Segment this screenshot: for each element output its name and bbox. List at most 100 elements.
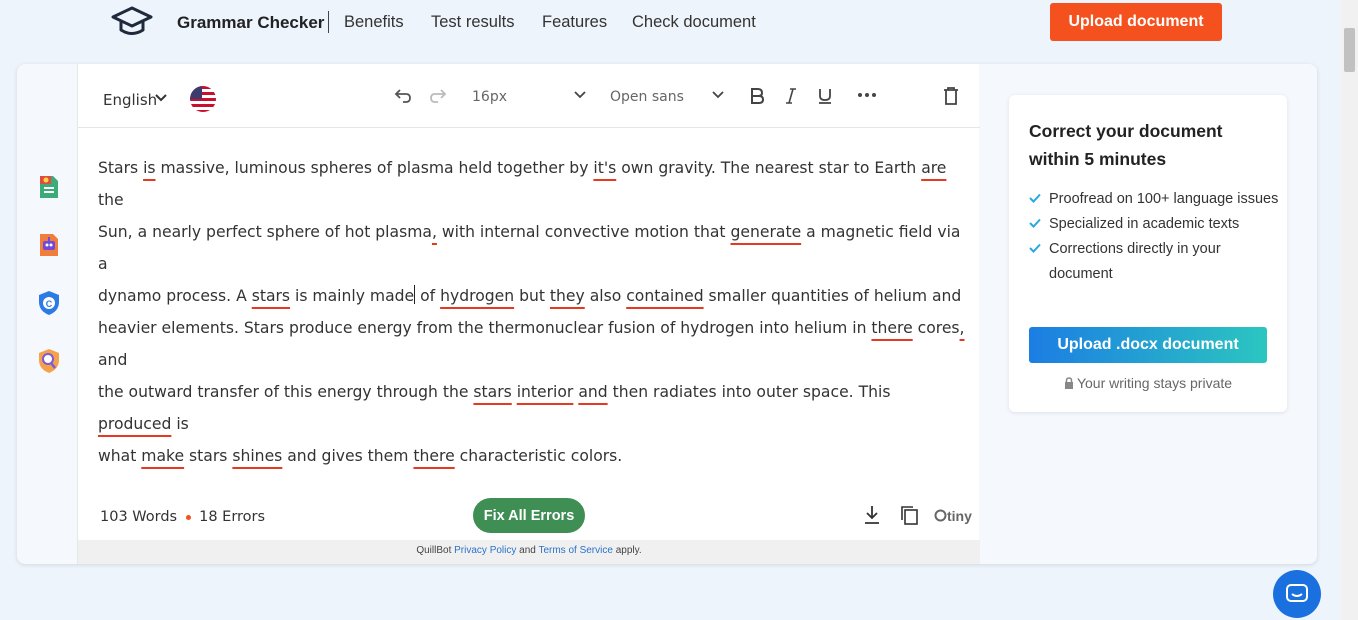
privacy-note-text: Your writing stays private (1076, 375, 1233, 391)
text-span: with internal convective motion that (436, 223, 731, 241)
error-highlight[interactable]: hydrogen (440, 287, 514, 305)
error-highlight[interactable]: there (871, 319, 912, 337)
error-highlight[interactable]: , (960, 319, 965, 337)
editor-footer: 103 Words 18 Errors Fix All Errors tiny (78, 496, 980, 540)
error-highlight[interactable]: is (143, 159, 155, 177)
chevron-down-icon[interactable] (574, 91, 586, 99)
font-size-select[interactable]: 16px (472, 89, 507, 105)
text-span: Sun, a nearly perfect sphere of hot plas… (98, 223, 432, 241)
error-highlight[interactable]: shines (232, 447, 282, 465)
nav-test-results[interactable]: Test results (431, 13, 514, 32)
editor-toolbar: English 16px Open sans (78, 64, 980, 128)
font-family-select[interactable]: Open sans (610, 89, 684, 105)
italic-icon[interactable] (783, 86, 799, 106)
promo-item-text: Proofread on 100+ language issues (1049, 191, 1279, 207)
graduation-cap-logo[interactable] (110, 4, 154, 40)
error-highlight[interactable]: they (550, 287, 585, 305)
promo-item-text: Specialized in academic texts (1049, 216, 1240, 232)
text-span: stars (184, 447, 233, 465)
proofreader-icon[interactable] (37, 348, 61, 374)
top-nav: Grammar Checker Benefits Test results Fe… (0, 0, 1340, 48)
lock-icon (1064, 377, 1073, 389)
text-line: heavier elements. Stars produce energy f… (98, 312, 968, 376)
legal-prefix: QuillBot (416, 545, 455, 556)
editor-panel: English 16px Open sans Stars is massive,… (77, 64, 980, 564)
plagiarism-checker-icon[interactable]: C (37, 290, 61, 316)
terms-link[interactable]: Terms of Service (538, 545, 612, 556)
tiny-logo[interactable]: tiny (934, 508, 972, 524)
legal-suffix: apply. (612, 545, 642, 556)
promo-title: Correct your document within 5 minutes (1029, 121, 1223, 169)
nav-check-document[interactable]: Check document (632, 13, 756, 32)
text-line: the outward transfer of this energy thro… (98, 376, 968, 440)
text-span: characteristic colors. (454, 447, 623, 465)
brand-divider (328, 11, 329, 33)
privacy-note: Your writing stays private (1029, 375, 1267, 391)
tiny-label: tiny (947, 508, 972, 524)
nav-features[interactable]: Features (542, 13, 607, 32)
error-highlight[interactable]: make (141, 447, 184, 465)
error-highlight[interactable]: it's (593, 159, 616, 177)
page-scrollbar[interactable] (1341, 0, 1358, 620)
text-line: what make stars shines and gives them th… (98, 440, 968, 472)
error-highlight[interactable]: generate (731, 223, 802, 241)
language-select[interactable]: English (103, 91, 157, 109)
chevron-down-icon[interactable] (155, 94, 167, 102)
error-highlight[interactable]: there (413, 447, 454, 465)
text-span: own gravity. The nearest star to Earth (616, 159, 922, 177)
text-span: and gives them (282, 447, 414, 465)
separator-dot (186, 514, 192, 520)
error-highlight[interactable]: stars (473, 383, 511, 401)
redo-icon[interactable] (428, 86, 448, 106)
error-highlight[interactable]: produced (98, 415, 171, 433)
svg-text:C: C (46, 299, 53, 309)
copy-icon[interactable] (898, 504, 920, 526)
upload-document-button[interactable]: Upload document (1050, 3, 1222, 41)
check-icon (1029, 243, 1041, 253)
editor-text[interactable]: Stars is massive, luminous spheres of pl… (98, 152, 968, 472)
promo-item: Corrections directly in your document (1029, 237, 1279, 287)
error-count[interactable]: 18 Errors (199, 509, 265, 525)
undo-icon[interactable] (393, 86, 413, 106)
text-span: but (514, 287, 550, 305)
text-span: also (584, 287, 627, 305)
side-toolbar: C (17, 64, 77, 564)
privacy-policy-link[interactable]: Privacy Policy (454, 545, 516, 556)
paraphraser-icon[interactable] (37, 174, 61, 200)
error-highlight[interactable]: and (578, 383, 607, 401)
brand-name[interactable]: Grammar Checker (177, 13, 324, 33)
chevron-down-icon[interactable] (712, 91, 724, 99)
main-card: C English 16px Open sans Stars is massiv… (17, 64, 1317, 564)
error-highlight[interactable]: are (921, 159, 946, 177)
text-span: cores (912, 319, 960, 337)
tiny-icon (934, 509, 947, 522)
text-span: is (171, 415, 189, 433)
promo-list: Proofread on 100+ language issues Specia… (1029, 187, 1279, 287)
nav-benefits[interactable]: Benefits (344, 13, 404, 32)
text-span: what (98, 447, 142, 465)
text-span: of (415, 287, 441, 305)
download-icon[interactable] (862, 504, 882, 526)
error-highlight[interactable]: interior (517, 383, 574, 401)
fix-all-errors-button[interactable]: Fix All Errors (473, 498, 585, 533)
promo-item: Proofread on 100+ language issues (1029, 187, 1279, 212)
text-line: Sun, a nearly perfect sphere of hot plas… (98, 216, 968, 280)
word-count: 103 Words (100, 509, 178, 525)
promo-item: Specialized in academic texts (1029, 212, 1279, 237)
text-span: smaller quantities of helium and (703, 287, 962, 305)
text-span: dynamo process. A (98, 287, 252, 305)
upload-docx-button[interactable]: Upload .docx document (1029, 327, 1267, 363)
us-flag-icon[interactable] (190, 86, 216, 112)
more-icon[interactable] (857, 92, 877, 98)
ai-detector-icon[interactable] (37, 232, 61, 258)
scrollbar-thumb[interactable] (1344, 28, 1355, 72)
bold-icon[interactable] (748, 86, 766, 106)
text-span: the (98, 191, 124, 209)
error-highlight[interactable]: contained (626, 287, 703, 305)
text-span: the outward transfer of this energy thro… (98, 383, 474, 401)
chat-button[interactable] (1273, 570, 1321, 618)
word-error-counts: 103 Words 18 Errors (100, 509, 265, 525)
underline-icon[interactable] (816, 86, 834, 106)
trash-icon[interactable] (942, 86, 960, 106)
error-highlight[interactable]: stars (252, 287, 290, 305)
